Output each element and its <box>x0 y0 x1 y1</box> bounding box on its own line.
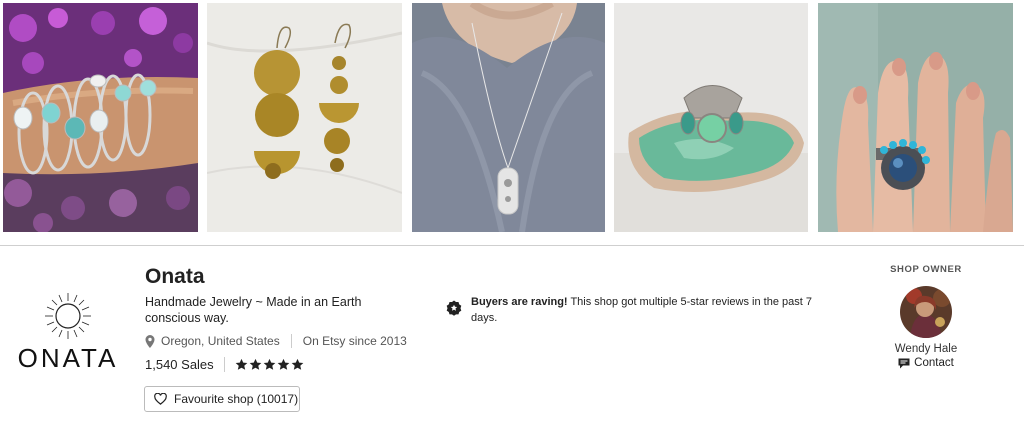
star-icon <box>249 358 262 370</box>
chat-icon <box>898 358 910 368</box>
heart-icon <box>154 393 167 405</box>
owner-avatar[interactable] <box>900 286 952 338</box>
shop-tagline: Handmade Jewelry ~ Made in an Earth cons… <box>145 295 362 325</box>
ring-on-stone-photo[interactable] <box>614 3 808 232</box>
ring-on-hand-photo[interactable] <box>818 3 1013 232</box>
shop-logo-text: ONATA <box>17 343 119 373</box>
necklace-photo[interactable] <box>412 3 605 232</box>
map-pin-icon <box>145 334 155 348</box>
moon-sun-logo-icon <box>45 293 91 339</box>
star-icon <box>263 358 276 370</box>
shop-name: Onata <box>145 265 205 288</box>
contact-owner-link[interactable]: Contact <box>864 357 988 369</box>
buyers-raving-text: Buyers are raving! This shop got multipl… <box>471 294 816 326</box>
buyers-raving-notice: Buyers are raving! This shop got multipl… <box>446 294 816 326</box>
shop-logo[interactable]: ONATA <box>6 290 130 376</box>
sales-count[interactable]: 1,540 Sales <box>145 357 214 372</box>
meta-separator <box>290 334 292 348</box>
contact-label: Contact <box>914 357 954 369</box>
section-divider <box>0 245 1024 246</box>
sales-and-rating: 1,540 Sales <box>145 357 304 372</box>
review-badge-icon <box>446 300 462 316</box>
star-icon <box>235 358 248 370</box>
shop-banner-gallery <box>0 0 1024 234</box>
star-icon <box>277 358 290 370</box>
rating-stars[interactable] <box>235 358 304 371</box>
buyers-raving-heading: Buyers are raving! <box>471 296 568 308</box>
star-icon <box>291 358 304 370</box>
bracelets-photo[interactable] <box>3 3 198 232</box>
shop-since: On Etsy since 2013 <box>302 334 407 348</box>
favourite-shop-button[interactable]: Favourite shop (10017) <box>144 386 300 412</box>
shop-meta: Oregon, United States On Etsy since 2013 <box>145 334 407 348</box>
sales-separator <box>223 357 225 372</box>
earrings-photo[interactable] <box>207 3 402 232</box>
shop-owner-panel: SHOP OWNER Wendy Hale Contact <box>864 264 988 369</box>
favourite-shop-label: Favourite shop (10017) <box>174 392 299 406</box>
shop-owner-heading: SHOP OWNER <box>890 264 962 275</box>
shop-location: Oregon, United States <box>161 334 280 348</box>
owner-name[interactable]: Wendy Hale <box>864 343 988 355</box>
